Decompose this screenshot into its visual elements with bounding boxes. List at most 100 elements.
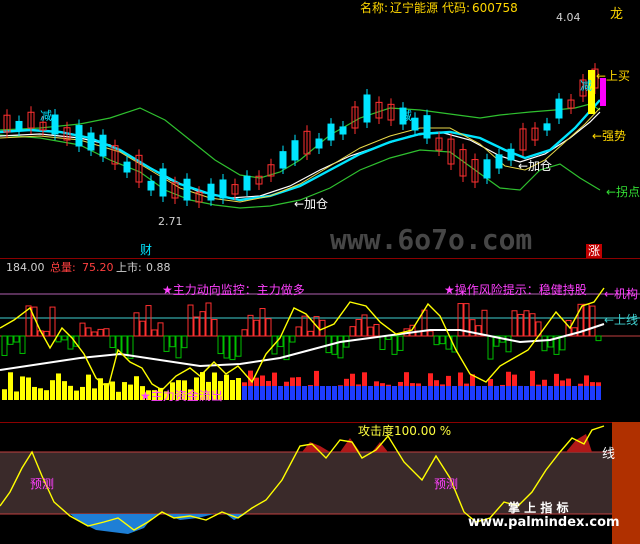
signal-bar — [421, 309, 428, 337]
signal-bar — [223, 335, 230, 359]
volume-bar-low — [560, 386, 565, 400]
signal-bar — [43, 330, 50, 337]
volume-bar-low — [464, 386, 469, 400]
volume-bar-low — [320, 386, 325, 400]
volume-bar — [86, 374, 91, 400]
volume-bar — [128, 384, 133, 400]
volume-bar — [110, 381, 115, 400]
volume-bar-low — [458, 386, 463, 400]
stat-up-label: 上市: — [116, 261, 142, 274]
indicator-panel[interactable]: 184.00 总量: 75.20 上市: 0.88 ★主力动向监控：主力做多 ★… — [0, 258, 640, 422]
signal-bar — [547, 335, 554, 348]
signal-bar — [523, 310, 530, 337]
site-watermark: www.6o7o.com — [330, 223, 533, 256]
signal-bar — [91, 331, 98, 337]
reduce-label-2: 减 — [400, 109, 413, 123]
brand-watermark-url: www.palmindex.com — [468, 515, 620, 530]
signal-bar — [349, 326, 356, 337]
candle-body — [507, 148, 515, 161]
candle-body — [411, 117, 419, 131]
add-position-label-2: ←加仓 — [518, 159, 553, 173]
signal-bar — [439, 335, 446, 345]
volume-bar-low — [566, 386, 571, 400]
volume-bar — [116, 391, 121, 400]
candle-body — [555, 98, 563, 119]
volume-bar — [122, 382, 127, 400]
signal-bar — [481, 309, 488, 337]
signal-bar — [157, 322, 164, 337]
turning-label: ←拐点 — [606, 185, 640, 199]
signal-bar — [7, 335, 14, 345]
volume-bar-low — [356, 386, 361, 400]
volume-bar-low — [596, 386, 601, 400]
volume-bar — [26, 377, 31, 400]
signal-bar — [13, 335, 20, 343]
signal-bar — [187, 304, 194, 337]
high-price-label: 4.04 — [556, 11, 581, 24]
candle-body — [495, 154, 503, 169]
signal-bar — [367, 326, 374, 337]
stat-up-value: 0.88 — [146, 261, 171, 274]
volume-bar — [134, 376, 139, 400]
volume-bar-low — [254, 386, 259, 400]
stock-code-value: 600758 — [472, 1, 518, 15]
signal-bar — [151, 329, 158, 337]
volume-bar — [80, 386, 85, 400]
signal-bar — [199, 311, 206, 337]
volume-bar-low — [530, 386, 535, 400]
volume-bar-low — [392, 386, 397, 400]
volume-bar-low — [482, 386, 487, 400]
volume-bar-low — [494, 386, 499, 400]
volume-bar-low — [308, 386, 313, 400]
price-panel[interactable]: 名称: 辽宁能源 代码: 600758 4.04 龙 ←上买 ←强势 ←拐点 ←… — [0, 0, 640, 258]
signal-bar — [79, 322, 86, 337]
signal-bar — [265, 318, 272, 337]
signal-bar — [397, 335, 404, 351]
volume-bar-low — [314, 386, 319, 400]
brand-watermark-cn: 掌 上 指 标 — [508, 501, 569, 515]
volume-bar — [92, 388, 97, 400]
signal-bar — [379, 335, 386, 351]
signal-bar — [391, 335, 398, 355]
volume-bar-low — [386, 386, 391, 400]
signal-bar — [259, 308, 266, 337]
volume-bar — [230, 380, 235, 400]
signal-bar — [331, 335, 338, 355]
side-label-2: ←上线 — [604, 313, 639, 327]
volume-bar-low — [548, 386, 553, 400]
candle-body — [51, 114, 59, 135]
reduce-label-3: 减 — [580, 79, 593, 93]
candle-body — [123, 161, 131, 173]
volume-bar — [50, 380, 55, 400]
price-chart[interactable] — [0, 0, 640, 258]
volume-bar-low — [302, 386, 307, 400]
low-price-label: 2.71 — [158, 215, 183, 228]
volume-bar-low — [554, 386, 559, 400]
volume-bar — [38, 388, 43, 400]
attack-panel[interactable]: 攻击度100.00 % 预测 预测 线 掌 上 指 标 www.palminde… — [0, 422, 640, 544]
candle-body — [159, 168, 167, 197]
cai-marker: 财 — [140, 243, 153, 257]
stock-code-label: 代码: — [442, 1, 471, 15]
signal-bar — [433, 335, 440, 346]
volume-bar — [8, 372, 13, 400]
volume-bar-low — [266, 386, 271, 400]
signal-bar — [121, 335, 128, 355]
volume-bar-low — [380, 386, 385, 400]
volume-bar-low — [542, 386, 547, 400]
signal-bar — [145, 305, 152, 337]
volume-bar-low — [584, 386, 589, 400]
signal-bar — [163, 335, 170, 352]
signal-bar — [181, 335, 188, 349]
candle-body — [219, 179, 227, 199]
signal-bar — [175, 335, 182, 359]
attack-right-label: 线 — [602, 447, 616, 462]
volume-bar-low — [368, 386, 373, 400]
volume-bar-low — [572, 386, 577, 400]
signal-bar — [355, 318, 362, 337]
signal-bar — [229, 335, 236, 361]
signal-bar — [427, 330, 434, 337]
volume-bar-low — [284, 386, 289, 400]
volume-bar-low — [410, 386, 415, 400]
signal-bar — [595, 335, 602, 342]
